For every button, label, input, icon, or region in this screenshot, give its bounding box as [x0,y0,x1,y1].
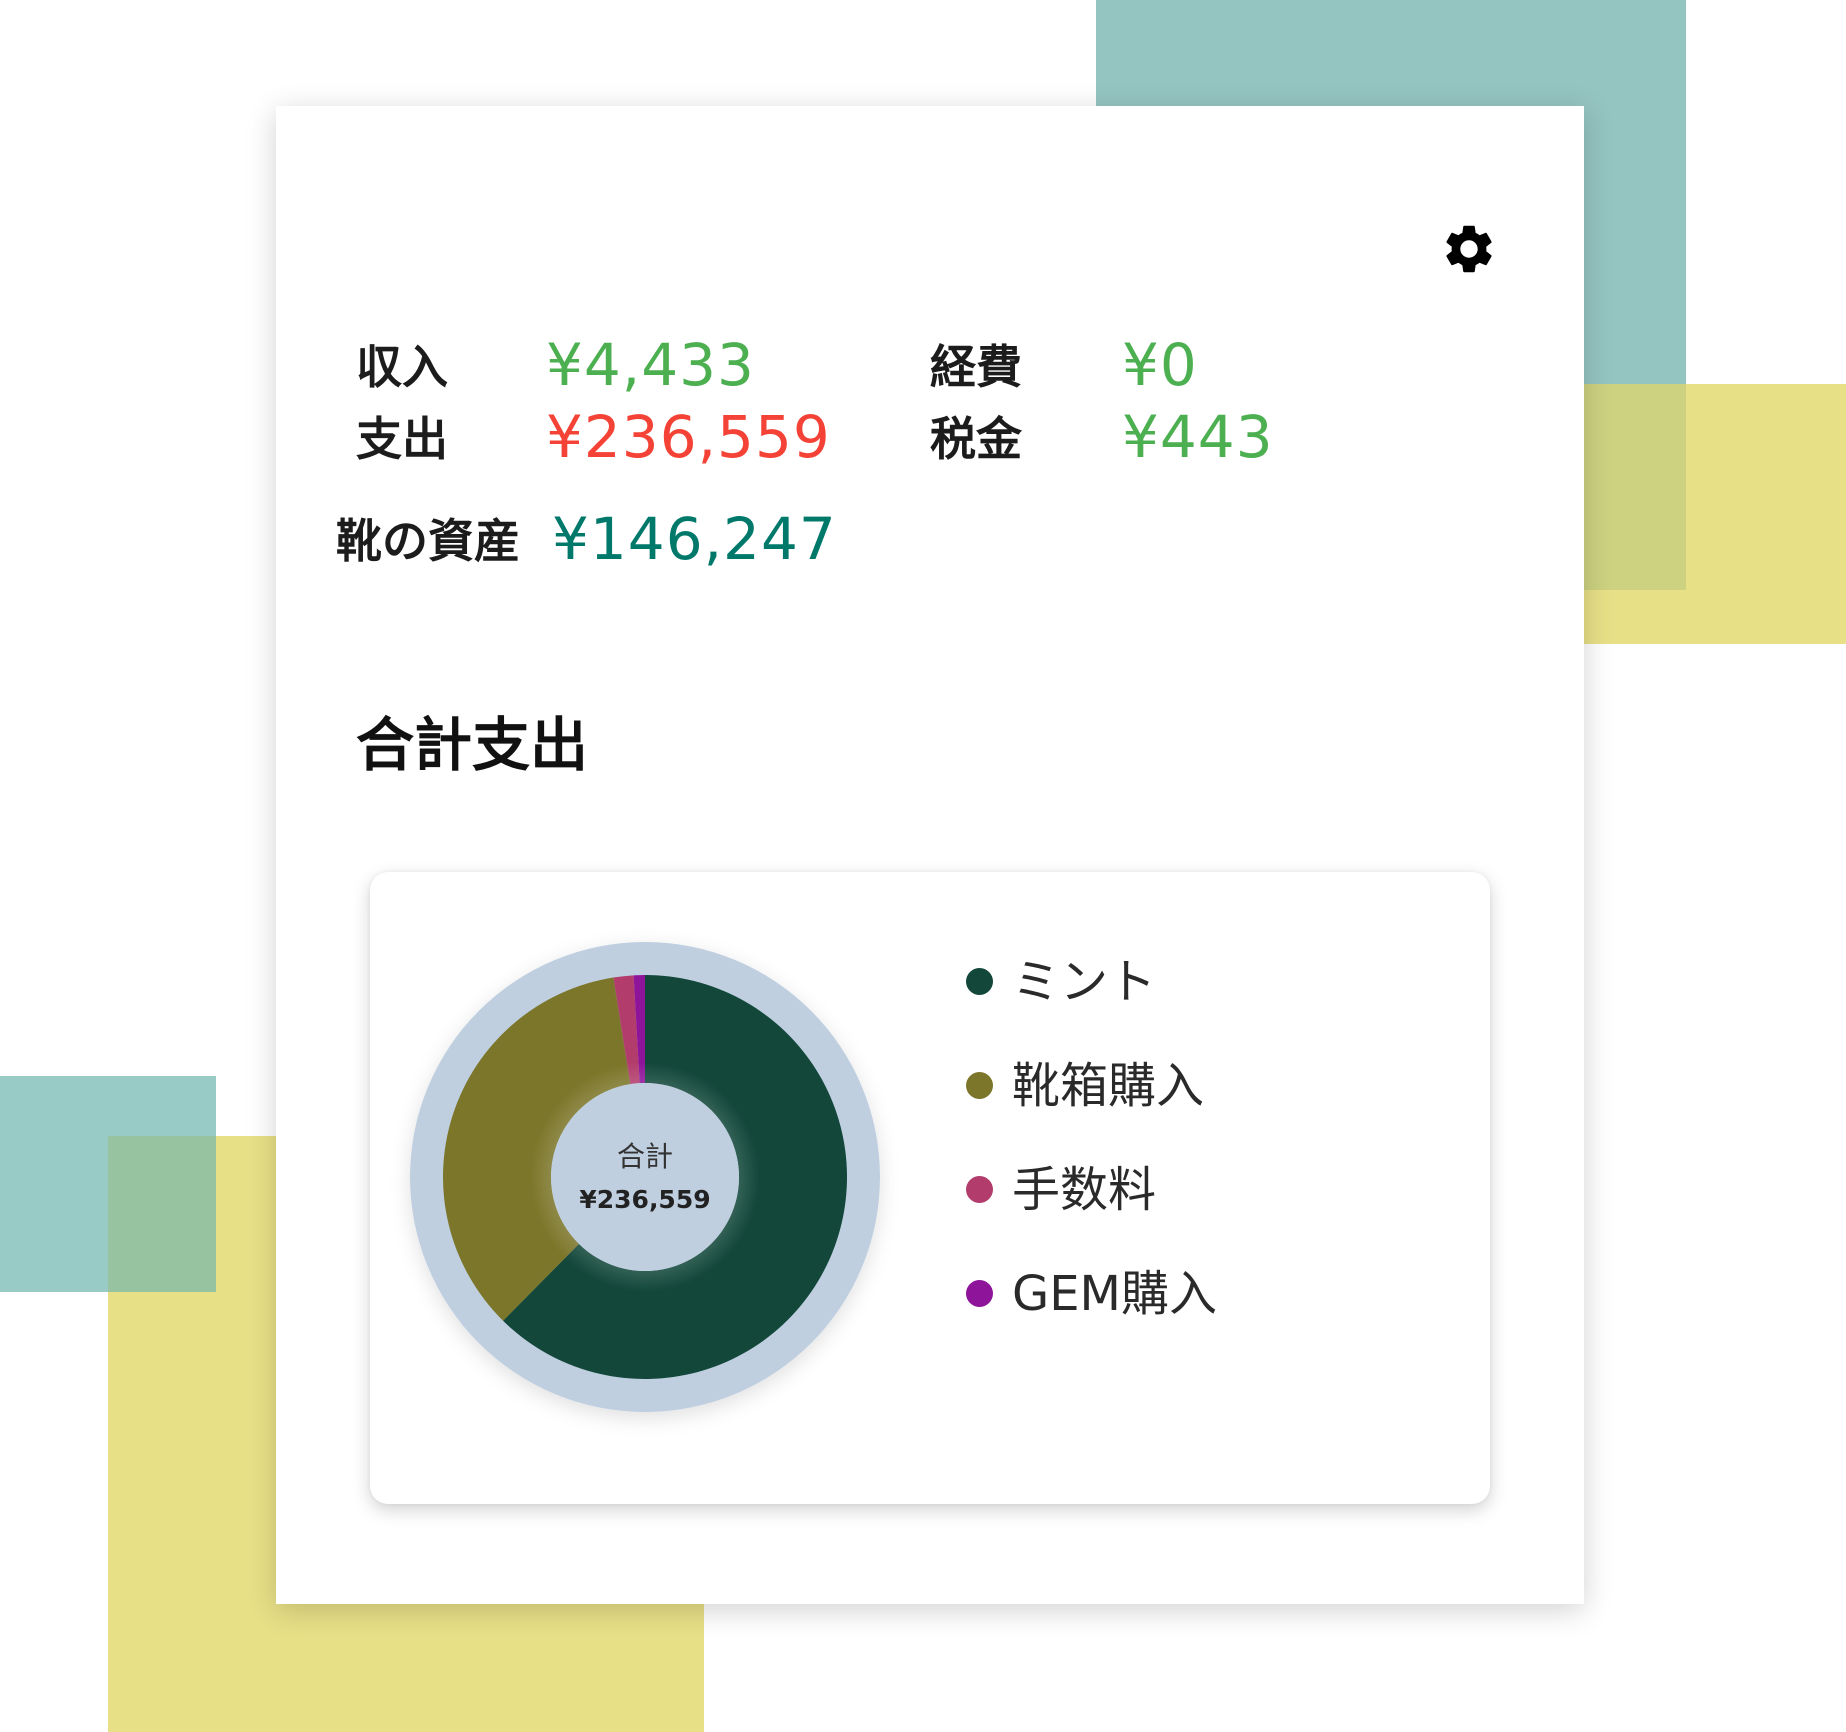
donut-chart: 合計 ¥236,559 [410,942,880,1412]
assets-label: 靴の資産 [336,514,520,568]
legend-label: 靴箱購入 [1012,1058,1205,1114]
assets-value: ¥146,247 [552,505,837,573]
legend-dot [966,968,993,995]
donut-center-label: 合計 [617,1140,673,1173]
income-label: 収入 [356,340,448,394]
tax-value: ¥443 [1122,403,1274,471]
expense-label: 経費 [930,340,1022,394]
legend-label: GEM購入 [1012,1266,1217,1322]
expense-value: ¥0 [1122,331,1198,399]
spend-value: ¥236,559 [546,403,831,471]
legend-dot [966,1072,993,1099]
chart-card: 合計 ¥236,559 ミント 靴箱購入 手数料 GEM購入 [370,872,1490,1504]
legend-dot [966,1176,993,1203]
tax-label: 税金 [930,412,1022,466]
settings-button[interactable] [1440,220,1498,278]
section-title: 合計支出 [356,711,589,779]
donut-center-value: ¥236,559 [579,1185,710,1214]
donut-center [551,1083,739,1271]
legend-label: ミント [1012,954,1157,1010]
gear-icon [1446,225,1492,273]
summary-card: 収入 ¥4,433 支出 ¥236,559 経費 ¥0 税金 ¥443 靴の資産… [276,106,1584,1604]
legend-dot [966,1280,993,1307]
income-value: ¥4,433 [546,331,755,399]
legend-label: 手数料 [1012,1162,1157,1218]
spend-label: 支出 [356,412,448,466]
decorative-overlap-bottom-left [108,1136,216,1292]
